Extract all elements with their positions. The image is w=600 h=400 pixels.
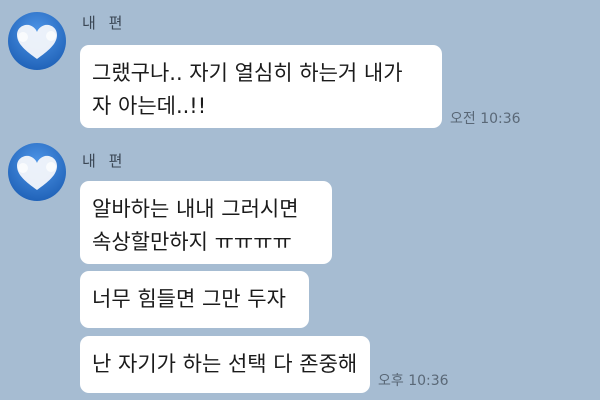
message-line: 그랬구나.. 자기 열심히 하는거 내가 [92,61,403,85]
avatar[interactable] [8,12,66,70]
sender-name: 내 편 [82,152,127,170]
message-line: 자 아는데..!! [92,94,207,118]
message-line: 알바하는 내내 그러시면 [92,197,299,221]
message-line: 난 자기가 하는 선택 다 존중해 [92,352,358,376]
message-bubble[interactable]: 난 자기가 하는 선택 다 존중해 [80,336,370,393]
timestamp: 오후 10:36 [378,373,449,389]
message-line: 속상할만하지 ㅠㅠㅠㅠ [92,230,292,254]
timestamp: 오전 10:36 [450,111,521,127]
message-line: 너무 힘들면 그만 두자 [92,287,286,311]
message-bubble[interactable]: 그랬구나.. 자기 열심히 하는거 내가 자 아는데..!! [80,45,442,128]
message-bubble[interactable]: 너무 힘들면 그만 두자 [80,271,309,328]
heart-cloud-icon [8,12,66,70]
heart-cloud-icon [8,143,66,201]
message-bubble[interactable]: 알바하는 내내 그러시면 속상할만하지 ㅠㅠㅠㅠ [80,181,332,264]
avatar[interactable] [8,143,66,201]
sender-name: 내 편 [82,14,127,32]
